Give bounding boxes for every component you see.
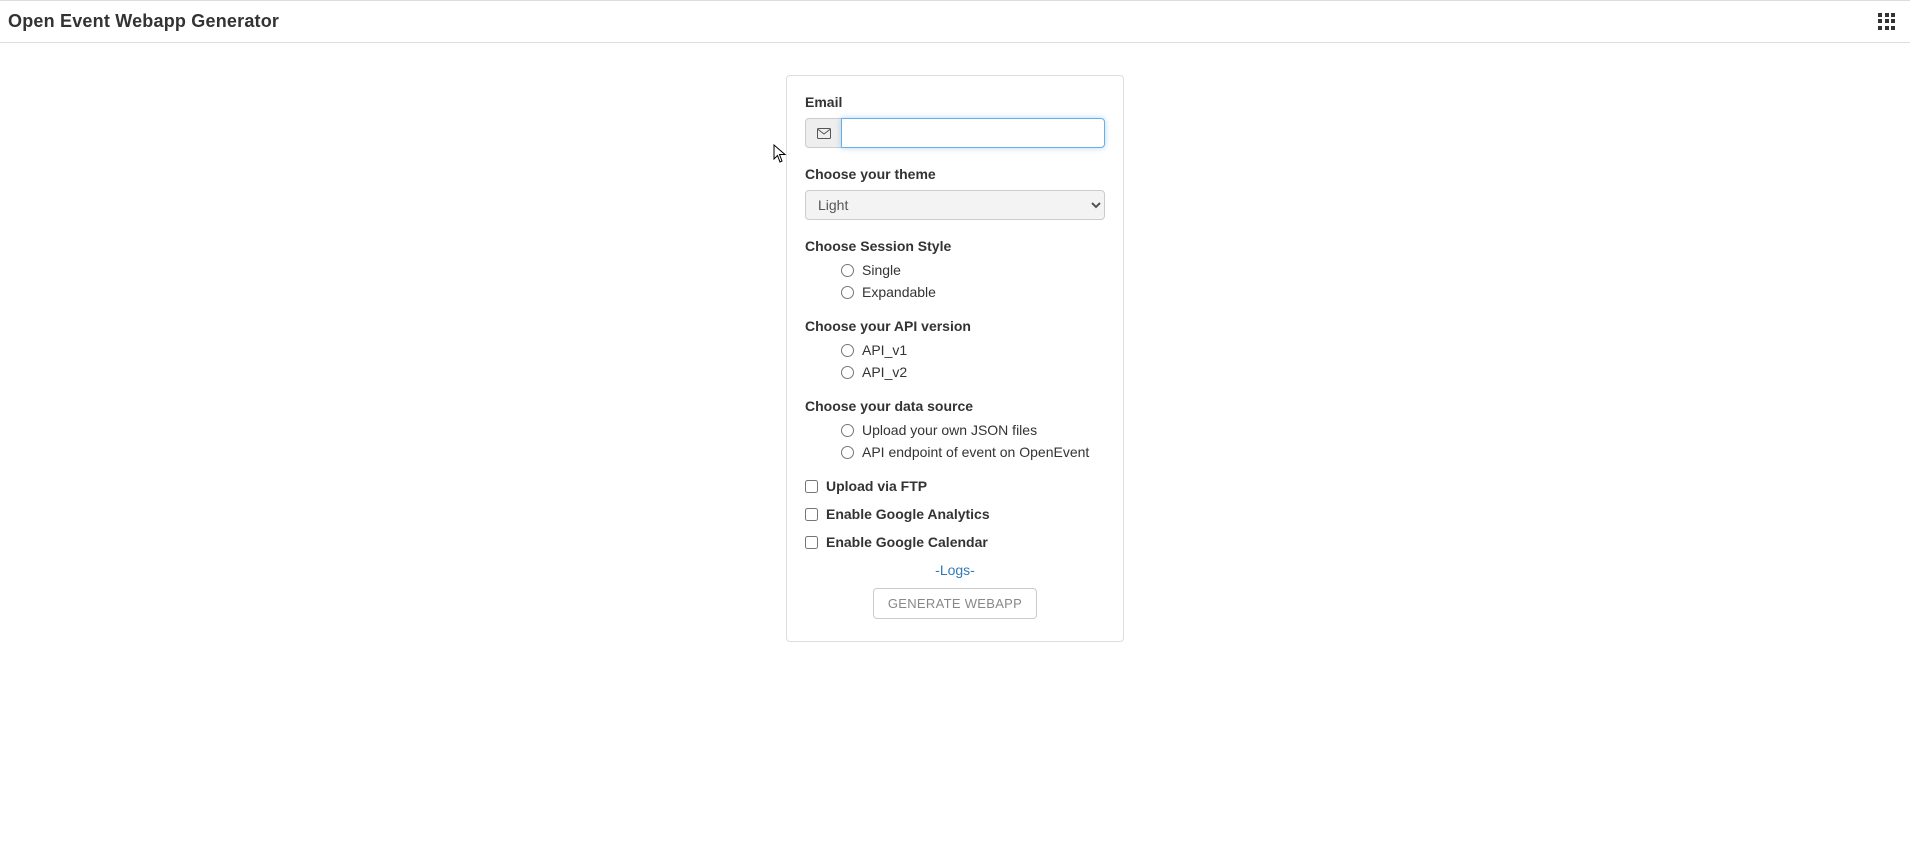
email-input-group bbox=[805, 118, 1105, 148]
apps-grid-icon[interactable] bbox=[1878, 13, 1896, 31]
form-card: Email Choose your theme Light Choose Ses… bbox=[786, 75, 1124, 642]
session-style-label: Choose Session Style bbox=[805, 238, 1105, 254]
ftp-checkbox[interactable] bbox=[805, 480, 818, 493]
data-source-upload-label: Upload your own JSON files bbox=[862, 422, 1037, 438]
data-source-section: Choose your data source Upload your own … bbox=[805, 398, 1105, 460]
page-body: Email Choose your theme Light Choose Ses… bbox=[0, 43, 1910, 702]
header-bar: Open Event Webapp Generator bbox=[0, 1, 1910, 43]
api-version-radios: API_v1 API_v2 bbox=[805, 342, 1105, 380]
theme-label: Choose your theme bbox=[805, 166, 1105, 182]
data-source-api-radio[interactable] bbox=[841, 446, 854, 459]
logs-link-wrap: -Logs- bbox=[805, 562, 1105, 578]
api-v1-label: API_v1 bbox=[862, 342, 907, 358]
session-style-expandable-radio[interactable] bbox=[841, 286, 854, 299]
api-version-section: Choose your API version API_v1 API_v2 bbox=[805, 318, 1105, 380]
page-title: Open Event Webapp Generator bbox=[8, 11, 279, 32]
email-section: Email bbox=[805, 94, 1105, 148]
data-source-api[interactable]: API endpoint of event on OpenEvent bbox=[841, 444, 1105, 460]
data-source-upload[interactable]: Upload your own JSON files bbox=[841, 422, 1105, 438]
api-v2-radio[interactable] bbox=[841, 366, 854, 379]
data-source-label: Choose your data source bbox=[805, 398, 1105, 414]
session-style-expandable[interactable]: Expandable bbox=[841, 284, 1105, 300]
gcal-checkbox[interactable] bbox=[805, 536, 818, 549]
theme-section: Choose your theme Light bbox=[805, 166, 1105, 220]
envelope-icon bbox=[805, 118, 841, 148]
ftp-toggle[interactable]: Upload via FTP bbox=[805, 478, 1105, 494]
theme-select[interactable]: Light bbox=[805, 190, 1105, 220]
gcal-toggle[interactable]: Enable Google Calendar bbox=[805, 534, 1105, 550]
api-v2-label: API_v2 bbox=[862, 364, 907, 380]
email-input[interactable] bbox=[841, 118, 1105, 148]
ftp-label: Upload via FTP bbox=[826, 478, 927, 494]
session-style-expandable-label: Expandable bbox=[862, 284, 936, 300]
logs-link[interactable]: -Logs- bbox=[935, 562, 975, 578]
session-style-radios: Single Expandable bbox=[805, 262, 1105, 300]
email-label: Email bbox=[805, 94, 1105, 110]
generate-webapp-button[interactable]: GENERATE WEBAPP bbox=[873, 588, 1037, 619]
session-style-single-label: Single bbox=[862, 262, 901, 278]
session-style-single-radio[interactable] bbox=[841, 264, 854, 277]
data-source-upload-radio[interactable] bbox=[841, 424, 854, 437]
ga-label: Enable Google Analytics bbox=[826, 506, 990, 522]
ga-checkbox[interactable] bbox=[805, 508, 818, 521]
submit-wrap: GENERATE WEBAPP bbox=[805, 588, 1105, 619]
data-source-radios: Upload your own JSON files API endpoint … bbox=[805, 422, 1105, 460]
session-style-single[interactable]: Single bbox=[841, 262, 1105, 278]
api-version-label: Choose your API version bbox=[805, 318, 1105, 334]
gcal-label: Enable Google Calendar bbox=[826, 534, 988, 550]
api-v2[interactable]: API_v2 bbox=[841, 364, 1105, 380]
session-style-section: Choose Session Style Single Expandable bbox=[805, 238, 1105, 300]
api-v1[interactable]: API_v1 bbox=[841, 342, 1105, 358]
ga-toggle[interactable]: Enable Google Analytics bbox=[805, 506, 1105, 522]
data-source-api-label: API endpoint of event on OpenEvent bbox=[862, 444, 1089, 460]
api-v1-radio[interactable] bbox=[841, 344, 854, 357]
